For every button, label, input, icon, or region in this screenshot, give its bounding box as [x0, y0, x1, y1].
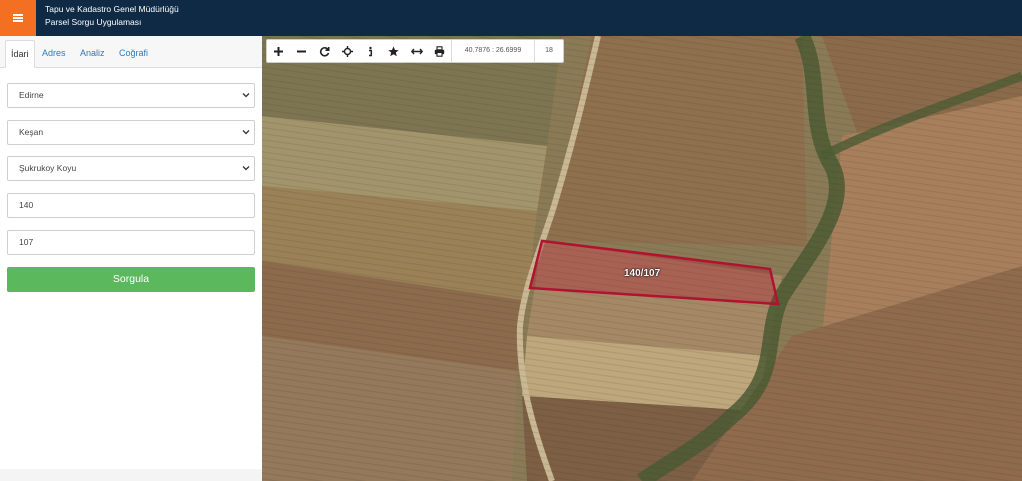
- app-title: Tapu ve Kadastro Genel Müdürlüğü: [45, 4, 179, 14]
- minus-icon: [297, 50, 306, 52]
- app-subtitle: Parsel Sorgu Uygulaması: [45, 17, 142, 27]
- block-number-value: 140: [19, 200, 34, 210]
- tab-analiz[interactable]: Analiz: [75, 40, 110, 66]
- measure-button[interactable]: [405, 40, 428, 62]
- chevron-down-icon: [242, 93, 250, 98]
- chevron-down-icon: [242, 166, 250, 171]
- map-view[interactable]: 140/107 40.7876 : 26.6999 18: [262, 36, 1022, 481]
- tab-cografi[interactable]: Coğrafi: [114, 40, 153, 66]
- district-select[interactable]: Keşan: [7, 120, 255, 145]
- refresh-icon: [319, 46, 330, 57]
- header-titles: Tapu ve Kadastro Genel Müdürlüğü Parsel …: [45, 3, 179, 29]
- hamburger-icon: [13, 14, 23, 22]
- query-sidebar: İdari Adres Analiz Coğrafi Edirne Keşan …: [0, 36, 263, 481]
- coordinate-readout: 40.7876 : 26.6999: [451, 40, 534, 62]
- parcel-label: 140/107: [624, 268, 661, 279]
- measure-icon: [410, 48, 423, 54]
- parcel-number-value: 107: [19, 237, 34, 247]
- query-tabs: İdari Adres Analiz Coğrafi: [0, 36, 262, 68]
- plus-icon: [274, 46, 283, 56]
- province-select[interactable]: Edirne: [7, 83, 255, 108]
- print-icon: [434, 45, 445, 57]
- zoom-in-button[interactable]: [267, 40, 290, 62]
- map-toolbar: 40.7876 : 26.6999 18: [266, 39, 564, 63]
- chevron-down-icon: [242, 130, 250, 135]
- star-icon: [388, 46, 399, 56]
- query-submit-button[interactable]: Sorgula: [7, 267, 255, 292]
- info-button[interactable]: [359, 40, 382, 62]
- info-icon: [369, 46, 373, 56]
- zoom-out-button[interactable]: [290, 40, 313, 62]
- sidebar-footer: [0, 469, 262, 481]
- block-number-input[interactable]: 140: [7, 193, 255, 218]
- print-button[interactable]: [428, 40, 451, 62]
- parcel-number-input[interactable]: 107: [7, 230, 255, 255]
- tab-adres[interactable]: Adres: [37, 40, 71, 66]
- locate-button[interactable]: [336, 40, 359, 62]
- menu-button[interactable]: [0, 0, 36, 36]
- satellite-imagery: [262, 36, 1022, 481]
- favorite-button[interactable]: [382, 40, 405, 62]
- neighborhood-value: Şukrukoy Koyu: [19, 163, 77, 173]
- locate-icon: [342, 45, 353, 57]
- neighborhood-select[interactable]: Şukrukoy Koyu: [7, 156, 255, 181]
- refresh-button[interactable]: [313, 40, 336, 62]
- district-value: Keşan: [19, 127, 44, 137]
- app-header: Tapu ve Kadastro Genel Müdürlüğü Parsel …: [0, 0, 1022, 36]
- zoom-level: 18: [534, 40, 563, 62]
- province-value: Edirne: [19, 90, 44, 100]
- tab-idari[interactable]: İdari: [5, 40, 35, 68]
